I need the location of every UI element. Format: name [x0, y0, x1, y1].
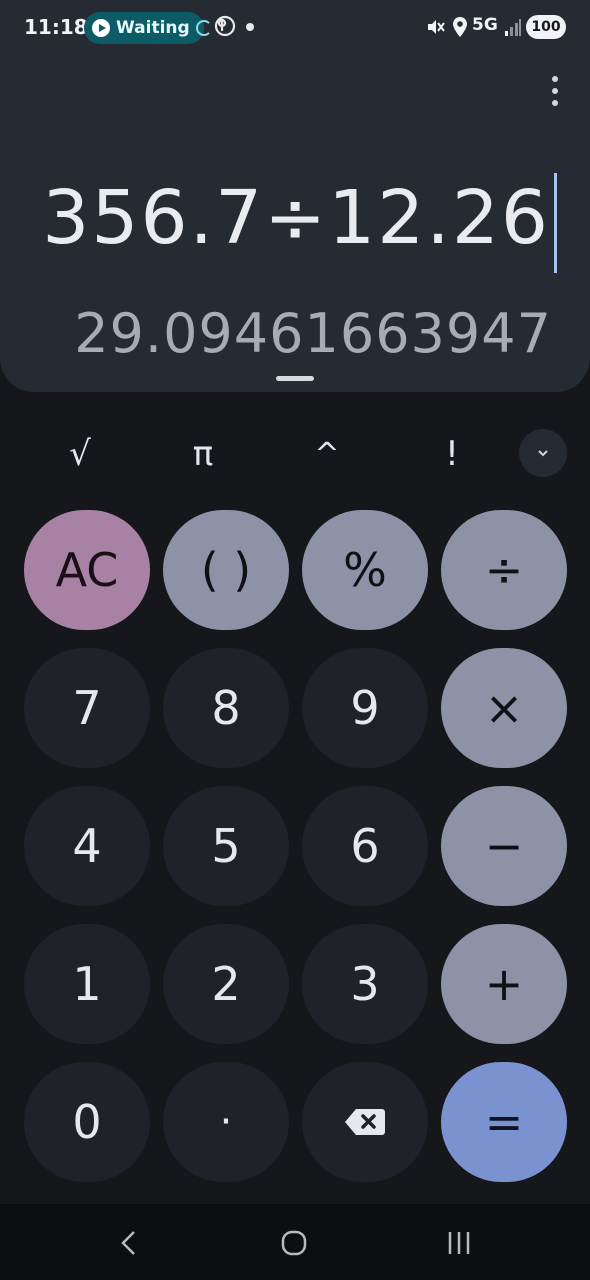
digit-0-button[interactable]: 0: [24, 1062, 150, 1182]
signal-icon: [505, 19, 521, 36]
result-preview: 29.09461663947: [74, 302, 552, 365]
text-cursor: [554, 173, 557, 273]
divide-button[interactable]: ÷: [441, 510, 567, 630]
digit-5-button[interactable]: 5: [163, 786, 289, 906]
digit-4-button[interactable]: 4: [24, 786, 150, 906]
factorial-button[interactable]: !: [422, 428, 482, 480]
chevron-down-icon: [538, 450, 548, 457]
clear-button[interactable]: AC: [24, 510, 150, 630]
b-app-icon: [214, 15, 236, 37]
expression-field[interactable]: 356.7÷12.26: [42, 175, 550, 261]
waiting-label: Waiting: [116, 18, 190, 38]
digit-2-button[interactable]: 2: [163, 924, 289, 1044]
decimal-button[interactable]: ·: [163, 1062, 289, 1182]
navigation-bar: [0, 1204, 590, 1280]
equals-button[interactable]: =: [441, 1062, 567, 1182]
more-options-icon[interactable]: [542, 76, 568, 106]
network-type: 5G: [472, 15, 498, 35]
digit-1-button[interactable]: 1: [24, 924, 150, 1044]
digit-7-button[interactable]: 7: [24, 648, 150, 768]
power-button[interactable]: ^: [297, 428, 357, 480]
backspace-icon: [345, 1109, 385, 1135]
calculator-display: 11:18 Waiting 5G 100 356.7÷12.26 29.0946…: [0, 0, 590, 392]
status-time: 11:18: [24, 15, 88, 39]
drag-handle[interactable]: [276, 376, 314, 381]
pi-button[interactable]: π: [173, 428, 233, 480]
back-icon[interactable]: [118, 1230, 140, 1256]
plus-button[interactable]: +: [441, 924, 567, 1044]
digit-9-button[interactable]: 9: [302, 648, 428, 768]
backspace-button[interactable]: [302, 1062, 428, 1182]
sqrt-button[interactable]: √: [50, 428, 110, 480]
home-icon[interactable]: [281, 1230, 307, 1256]
digit-6-button[interactable]: 6: [302, 786, 428, 906]
battery-icon: 100: [526, 15, 566, 39]
digit-8-button[interactable]: 8: [163, 648, 289, 768]
loading-spinner-icon: [195, 20, 212, 36]
minus-button[interactable]: −: [441, 786, 567, 906]
status-bar: 11:18 Waiting 5G 100: [0, 0, 590, 56]
waiting-chip[interactable]: Waiting: [84, 12, 212, 44]
multiply-button[interactable]: ×: [441, 648, 567, 768]
expand-button[interactable]: [519, 429, 567, 477]
notification-dot-icon: [246, 23, 254, 31]
mute-icon: [428, 20, 445, 34]
digit-3-button[interactable]: 3: [302, 924, 428, 1044]
percent-button[interactable]: %: [302, 510, 428, 630]
location-icon: [453, 17, 467, 37]
recent-apps-icon[interactable]: [446, 1230, 472, 1256]
parentheses-button[interactable]: ( ): [163, 510, 289, 630]
play-icon: [92, 19, 110, 37]
